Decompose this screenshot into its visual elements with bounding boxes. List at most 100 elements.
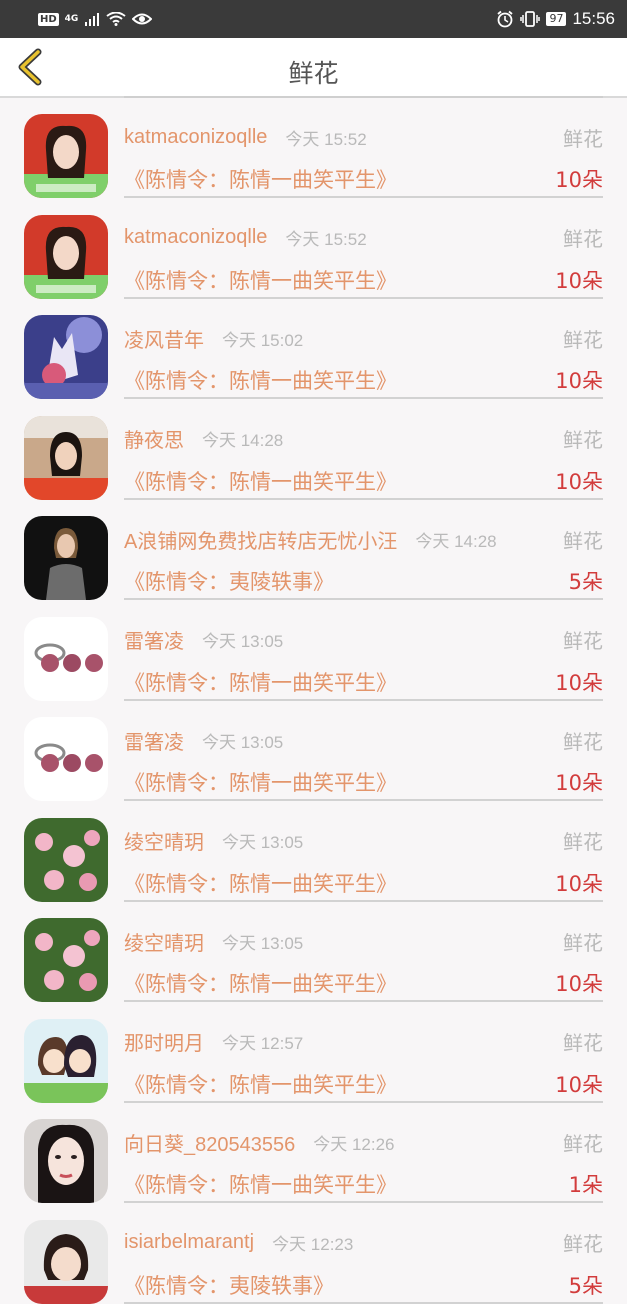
gift-type: 鲜花 [563, 227, 603, 251]
send-time: 今天 12:23 [272, 1235, 354, 1254]
flower-count: 10朵 [555, 871, 603, 896]
work-title[interactable]: 《陈情令：夷陵轶事》 [124, 1270, 334, 1300]
send-time: 今天 15:52 [285, 129, 367, 149]
avatar[interactable] [24, 516, 108, 600]
send-time: 今天 12:57 [222, 1034, 304, 1053]
avatar[interactable] [24, 616, 108, 701]
list-item[interactable]: katmaconizoqlle 今天 15:52 鲜花 《陈情令：陈情一曲笑平生》 1… [0, 197, 627, 299]
gift-type: 鲜花 [563, 1232, 603, 1256]
work-title[interactable]: 《陈情令：陈情一曲笑平生》 [124, 1169, 397, 1199]
send-time: 今天 15:52 [285, 230, 367, 249]
avatar-image [24, 315, 108, 399]
send-time: 今天 13:05 [222, 933, 304, 953]
gift-type: 鲜花 [563, 629, 603, 653]
avatar[interactable] [24, 214, 108, 299]
avatar[interactable] [24, 315, 108, 399]
work-title[interactable]: 《陈情令：陈情一曲笑平生》 [124, 466, 397, 496]
gift-type: 鲜花 [563, 930, 603, 955]
gift-type: 鲜花 [563, 830, 603, 854]
flower-record-list: katmaconizoqlle 今天 15:52 鲜花 《陈情令：陈情一曲笑平生》 1… [0, 96, 627, 1304]
work-title[interactable]: 《陈情令：陈情一曲笑平生》 [124, 265, 397, 295]
status-right: 97 15:56 [496, 8, 615, 30]
avatar-image [24, 114, 108, 198]
gift-type: 鲜花 [563, 126, 603, 151]
list-item[interactable]: 绫空晴玥 今天 13:05 鲜花 《陈情令：陈情一曲笑平生》 10朵 [0, 900, 627, 1002]
work-title[interactable]: 《陈情令：陈情一曲笑平生》 [124, 365, 397, 395]
avatar[interactable] [24, 817, 108, 902]
send-time: 今天 14:28 [415, 531, 497, 551]
sender-name: katmaconizoqlle [124, 226, 268, 248]
avatar-image [24, 214, 108, 299]
avatar[interactable] [24, 415, 108, 500]
flower-count: 10朵 [555, 1072, 603, 1097]
send-time: 今天 12:26 [313, 1134, 395, 1154]
sender-name: 凌风昔年 [124, 329, 204, 352]
status-bar: HD 4G 97 15:56 [0, 0, 627, 38]
gift-type: 鲜花 [563, 1131, 603, 1156]
sender-name: 绫空晴玥 [124, 832, 204, 854]
list-item[interactable]: 雷箸凌 今天 13:05 鲜花 《陈情令：陈情一曲笑平生》 10朵 [0, 599, 627, 701]
list-item[interactable]: A浪铺网免费找店转店无忧小汪 今天 14:28 鲜花 《陈情令：夷陵轶事》 5朵 [0, 498, 627, 600]
flower-count: 10朵 [555, 670, 603, 695]
list-item[interactable]: 凌风昔年 今天 15:02 鲜花 《陈情令：陈情一曲笑平生》 10朵 [0, 297, 627, 399]
gift-type: 鲜花 [563, 428, 603, 452]
work-title[interactable]: 《陈情令：陈情一曲笑平生》 [124, 968, 397, 998]
network-type: 4G [64, 14, 79, 24]
header: 鲜花 [0, 38, 627, 98]
gift-type: 鲜花 [563, 1031, 603, 1055]
list-item[interactable]: isiarbelmarantj 今天 12:23 鲜花 《陈情令：夷陵轶事》 5朵 [0, 1202, 627, 1304]
battery-level: 97 [546, 12, 567, 26]
list-item[interactable]: 雷箸凌 今天 13:05 鲜花 《陈情令：陈情一曲笑平生》 10朵 [0, 699, 627, 801]
list-item[interactable]: 绫空晴玥 今天 13:05 鲜花 《陈情令：陈情一曲笑平生》 10朵 [0, 800, 627, 902]
avatar[interactable] [24, 717, 108, 801]
avatar-image [24, 817, 108, 902]
alarm-icon [497, 10, 514, 28]
avatar-image [24, 516, 108, 600]
avatar-image [24, 1018, 108, 1103]
avatar[interactable] [24, 918, 108, 1002]
list-item[interactable]: 静夜思 今天 14:28 鲜花 《陈情令：陈情一曲笑平生》 10朵 [0, 398, 627, 500]
work-title[interactable]: 《陈情令：陈情一曲笑平生》 [124, 164, 397, 194]
flower-count: 1朵 [568, 1173, 603, 1197]
avatar-image [24, 1119, 108, 1203]
flower-count: 10朵 [555, 268, 603, 293]
list-item[interactable]: 向日葵_820543556 今天 12:26 鲜花 《陈情令：陈情一曲笑平生》 1朵 [0, 1101, 627, 1203]
avatar-image [24, 717, 108, 801]
avatar[interactable] [24, 114, 108, 198]
avatar-image [24, 918, 108, 1002]
list-item[interactable]: katmaconizoqlle 今天 15:52 鲜花 《陈情令：陈情一曲笑平生》 1… [0, 96, 627, 198]
avatar-image [24, 1219, 108, 1304]
work-title[interactable]: 《陈情令：陈情一曲笑平生》 [124, 868, 397, 898]
eye-icon [132, 13, 153, 25]
vibrate-icon [520, 11, 541, 27]
sender-name: isiarbelmarantj [124, 1231, 255, 1253]
sender-name: 向日葵_820543556 [124, 1133, 296, 1156]
flower-count: 5朵 [568, 1273, 603, 1298]
list-item[interactable]: 那时明月 今天 12:57 鲜花 《陈情令：陈情一曲笑平生》 10朵 [0, 1001, 627, 1103]
work-title[interactable]: 《陈情令：陈情一曲笑平生》 [124, 1069, 397, 1099]
work-title[interactable]: 《陈情令：夷陵轶事》 [124, 566, 334, 596]
gift-type: 鲜花 [563, 528, 603, 553]
gift-type: 鲜花 [563, 327, 603, 352]
send-time: 今天 13:05 [202, 632, 284, 651]
send-time: 今天 13:05 [222, 833, 304, 852]
avatar[interactable] [24, 1018, 108, 1103]
flower-count: 10朵 [555, 771, 603, 795]
work-title[interactable]: 《陈情令：陈情一曲笑平生》 [124, 667, 397, 697]
clock: 15:56 [572, 9, 615, 28]
sender-name: 绫空晴玥 [124, 932, 204, 955]
signal-icon [85, 13, 100, 26]
send-time: 今天 13:05 [202, 732, 284, 752]
work-title[interactable]: 《陈情令：陈情一曲笑平生》 [124, 767, 397, 797]
sender-name: 雷箸凌 [124, 631, 184, 653]
flower-count: 10朵 [555, 168, 603, 192]
avatar[interactable] [24, 1119, 108, 1203]
sender-name: 雷箸凌 [124, 731, 184, 754]
sender-name: 那时明月 [124, 1033, 204, 1055]
flower-count: 5朵 [568, 570, 603, 594]
avatar[interactable] [24, 1219, 108, 1304]
sender-name: katmaconizoqlle [124, 125, 268, 148]
avatar-image [24, 616, 108, 701]
wifi-icon [106, 12, 126, 26]
sender-name: 静夜思 [124, 430, 184, 452]
